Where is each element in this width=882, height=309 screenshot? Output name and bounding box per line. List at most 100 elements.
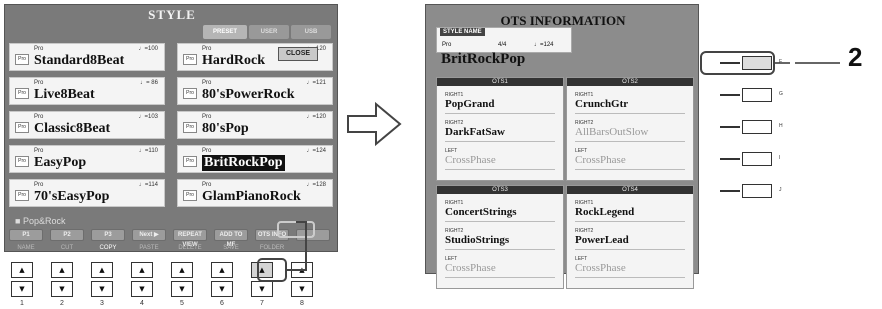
panel-button-4[interactable]: ▲ ▼ [131, 262, 153, 298]
panel-button-8[interactable]: ▲ ▼ [291, 262, 313, 298]
ots-panel-header: OTS4 [567, 186, 693, 194]
right-arrow-icon [347, 101, 402, 147]
panel-button-5[interactable]: ▲ ▼ [171, 262, 193, 298]
down-arrow-icon[interactable]: ▼ [91, 281, 113, 297]
ots-panel-3: OTS3 RIGHT1 ConcertStrings RIGHT2 StudioStri… [436, 185, 564, 289]
ots-part-divider [445, 221, 555, 222]
panel-button-1[interactable]: ▲ ▼ [11, 262, 33, 298]
style-tempo: ♩=114 [138, 182, 158, 188]
button-f-highlight [700, 51, 775, 75]
tab-user[interactable]: USER [249, 25, 289, 39]
style-list-item[interactable]: Pro Pro ♩=110 EasyPop [9, 145, 165, 173]
soft-button-top-6[interactable]: ADD TO MF [214, 229, 248, 248]
soft-button-bottom-7[interactable]: FOLDER [255, 242, 289, 255]
ots-part-divider [575, 249, 685, 250]
up-arrow-icon[interactable]: ▲ [131, 262, 153, 278]
down-arrow-icon[interactable]: ▼ [11, 281, 33, 297]
panel-button-6[interactable]: ▲ ▼ [211, 262, 233, 298]
ots-info-highlight [277, 221, 315, 238]
folder-label[interactable]: ■ Pop&Rock [15, 216, 65, 226]
style-list-item[interactable]: Pro Pro ♩=128 GlamPianoRock [177, 179, 333, 207]
up-arrow-icon[interactable]: ▲ [51, 262, 73, 278]
soft-button-bottom-1[interactable]: NAME [9, 242, 43, 255]
side-button-label: F [779, 59, 783, 65]
soft-button-top-2[interactable]: P2 [50, 229, 84, 241]
style-tempo: ♩=110 [138, 148, 158, 154]
tab-usb[interactable]: USB [291, 25, 331, 39]
style-list-item[interactable]: Pro Pro ♩= 86 Live8Beat [9, 77, 165, 105]
side-button-label: H [779, 123, 783, 129]
down-arrow-icon[interactable]: ▼ [171, 281, 193, 297]
tab-preset[interactable]: PRESET [203, 25, 247, 39]
up-arrow-icon[interactable]: ▲ [171, 262, 193, 278]
ots-part-divider [445, 141, 555, 142]
ots-part-divider [575, 221, 685, 222]
side-button-j[interactable] [742, 184, 772, 198]
ots-part-voice: CrossPhase [575, 154, 626, 166]
soft-button-top-4[interactable]: Next ▶ [132, 229, 166, 241]
style-name: GlamPianoRock [202, 189, 301, 204]
ots-part-voice: ConcertStrings [445, 206, 517, 218]
side-button-line [720, 126, 740, 128]
ots-part-voice: RockLegend [575, 206, 635, 218]
style-category: Pro [202, 148, 212, 154]
ots-part-divider [445, 113, 555, 114]
panel-button-number: 1 [20, 300, 24, 307]
ots-panel-header: OTS2 [567, 78, 693, 86]
down-arrow-icon[interactable]: ▼ [51, 281, 73, 297]
style-tempo: ♩=121 [306, 80, 326, 86]
style-list-item[interactable]: Pro Pro ♩=103 Classic8Beat [9, 111, 165, 139]
style-category: Pro [202, 182, 212, 188]
up-arrow-icon[interactable]: ▲ [91, 262, 113, 278]
up-arrow-icon[interactable]: ▲ [211, 262, 233, 278]
style-list-item[interactable]: Pro Pro ♩=121 80'sPowerRock [177, 77, 333, 105]
style-file-icon: Pro [15, 54, 29, 65]
style-list-item[interactable]: Pro Pro ♩=114 70'sEasyPop [9, 179, 165, 207]
panel-button-3[interactable]: ▲ ▼ [91, 262, 113, 298]
style-file-icon: Pro [183, 88, 197, 99]
side-button-i[interactable] [742, 152, 772, 166]
style-list-item[interactable]: Pro Pro ♩=124 BritRockPop [177, 145, 333, 173]
side-button-h[interactable] [742, 120, 772, 134]
soft-button-top-1[interactable]: P1 [9, 229, 43, 241]
up-arrow-icon[interactable]: ▲ [291, 262, 313, 278]
style-list-item[interactable]: Pro Pro ♩=100 Standard8Beat [9, 43, 165, 71]
ots-part-divider [575, 169, 685, 170]
down-arrow-icon[interactable]: ▼ [291, 281, 313, 297]
style-file-icon: Pro [183, 54, 197, 65]
style-list-item[interactable]: Pro Pro ♩=120 80'sPop [177, 111, 333, 139]
up-arrow-icon[interactable]: ▲ [11, 262, 33, 278]
style-category: Pro [202, 46, 212, 52]
soft-button-bottom-4[interactable]: PASTE [132, 242, 166, 255]
panel-button-number: 6 [220, 300, 224, 307]
ots-part-divider [575, 277, 685, 278]
style-tempo: ♩=124 [534, 42, 554, 48]
style-name: Classic8Beat [34, 121, 111, 136]
soft-button-top-3[interactable]: P3 [91, 229, 125, 241]
down-arrow-icon[interactable]: ▼ [131, 281, 153, 297]
close-button[interactable]: CLOSE [278, 47, 318, 61]
style-name: Standard8Beat [34, 53, 125, 68]
style-file-icon: Pro [15, 190, 29, 201]
panel-button-2[interactable]: ▲ ▼ [51, 262, 73, 298]
ots-part-divider [445, 277, 555, 278]
soft-button-top-5[interactable]: REPEAT VIEW [173, 229, 207, 248]
style-file-icon: Pro [15, 122, 29, 133]
style-file-icon: Pro [183, 122, 197, 133]
soft-button-bottom-3[interactable]: COPY [91, 242, 125, 255]
style-tempo: ♩=103 [138, 114, 158, 120]
style-name: HardRock [202, 53, 265, 68]
style-screen-title: STYLE [148, 7, 196, 22]
down-arrow-icon[interactable]: ▼ [251, 281, 273, 297]
soft-button-bottom-5[interactable]: DELETE [173, 242, 207, 255]
side-button-label: G [779, 91, 783, 97]
side-button-g[interactable] [742, 88, 772, 102]
style-name: EasyPop [34, 155, 87, 170]
button-7-highlight [257, 258, 287, 282]
side-button-line [720, 94, 740, 96]
soft-button-bottom-6[interactable]: SAVE [214, 242, 248, 255]
soft-button-bottom-8[interactable] [296, 242, 330, 255]
panel-button-number: 7 [260, 300, 264, 307]
down-arrow-icon[interactable]: ▼ [211, 281, 233, 297]
soft-button-bottom-2[interactable]: CUT [50, 242, 84, 255]
